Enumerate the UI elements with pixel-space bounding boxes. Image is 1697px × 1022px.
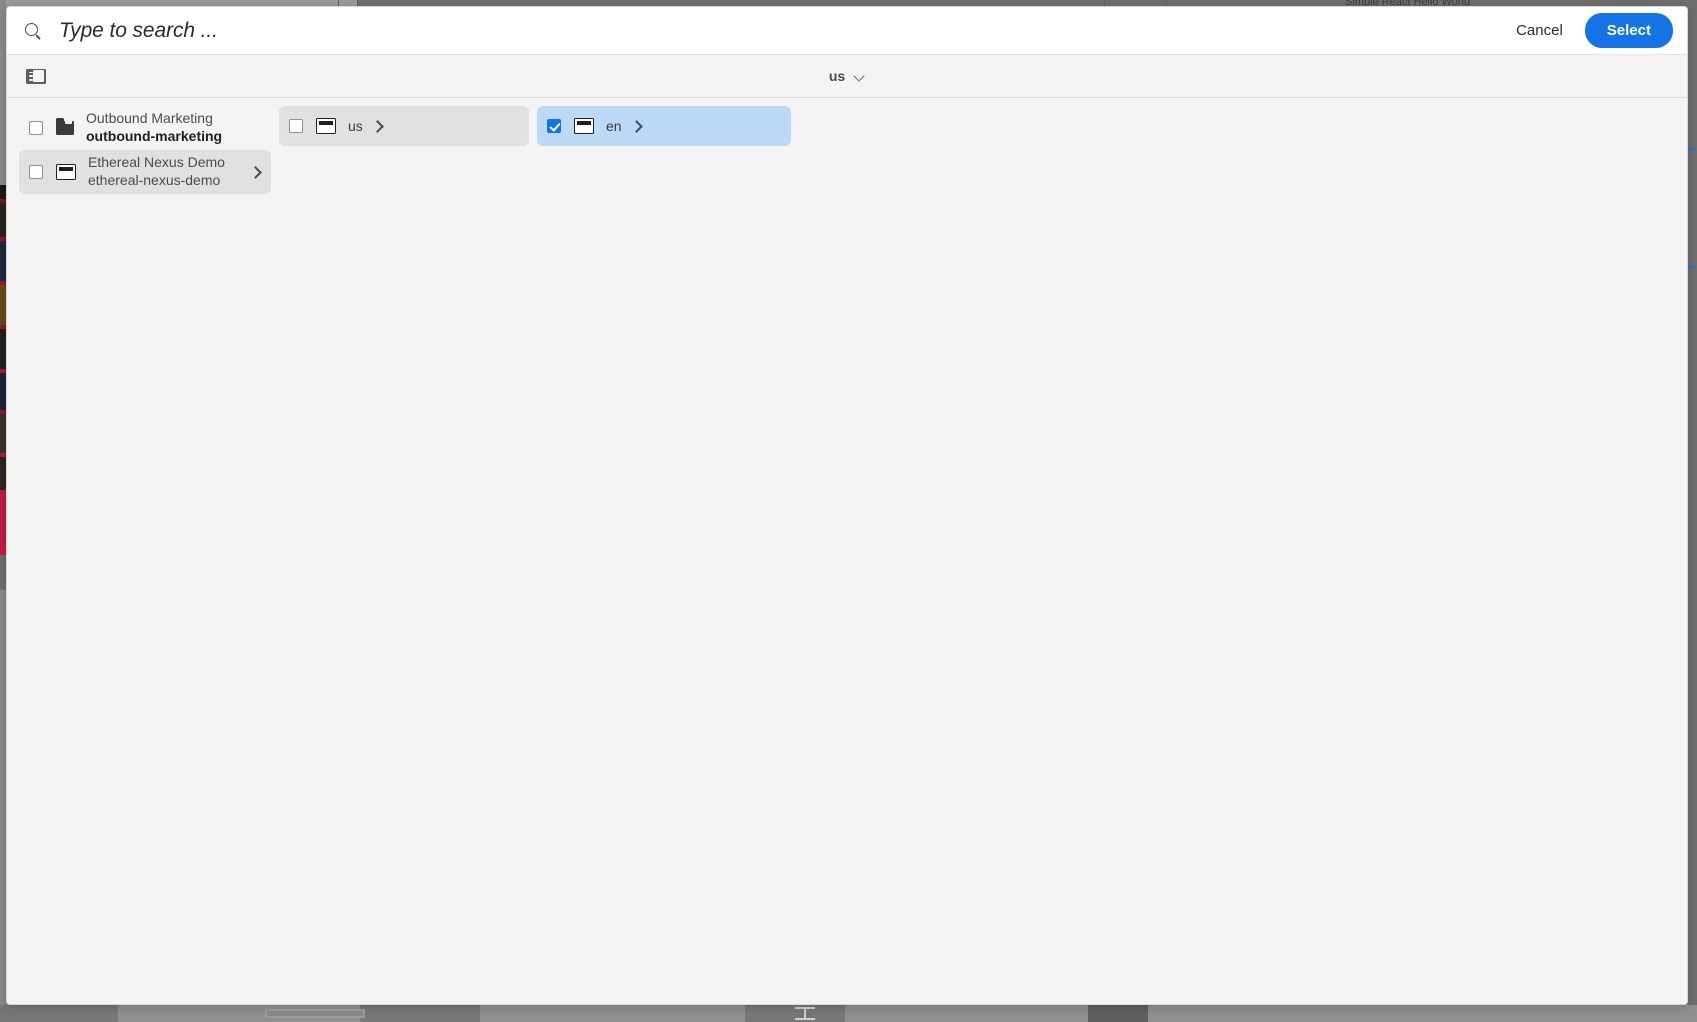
rail-lines-icon: [28, 71, 33, 81]
list-item[interactable]: us: [279, 106, 529, 146]
chevron-right-icon[interactable]: [249, 165, 263, 179]
sidebar-rail-icon: [26, 68, 46, 84]
list-item-subtitle: ethereal-nexus-demo: [88, 172, 221, 188]
background-right-marker-2: [1688, 265, 1694, 268]
row-checkbox[interactable]: [547, 119, 561, 133]
page-icon: [316, 118, 336, 134]
path-picker-dialog: Cancel Select us Outbound Marketing: [6, 6, 1688, 1005]
list-item[interactable]: Outbound Marketing outbound-marketing: [19, 106, 271, 150]
column-site: us: [273, 98, 535, 1004]
dialog-toolbar: us: [7, 55, 1687, 98]
select-button[interactable]: Select: [1584, 13, 1673, 48]
list-item-labels: Outbound Marketing outbound-marketing: [86, 110, 263, 146]
breadcrumb-dropdown[interactable]: us: [821, 64, 873, 88]
breadcrumb: us: [7, 64, 1687, 88]
list-item[interactable]: Ethereal Nexus Demo ethereal-nexus-demo: [19, 150, 271, 194]
list-item-title: en: [606, 118, 622, 134]
list-item-title: Outbound Marketing: [86, 110, 213, 127]
background-right-marker-1: [1688, 148, 1694, 151]
dialog-header-actions: Cancel Select: [1500, 13, 1673, 48]
cancel-button[interactable]: Cancel: [1500, 14, 1579, 47]
search-input[interactable]: [59, 18, 1501, 43]
row-checkbox[interactable]: [29, 121, 43, 135]
background-bottom-glyph: [795, 1007, 815, 1020]
list-item-title: Ethereal Nexus Demo: [88, 154, 225, 171]
chevron-down-icon: [855, 71, 865, 81]
page-icon: [56, 164, 76, 180]
background-right-strip: [1688, 9, 1697, 1022]
list-item-title: us: [348, 118, 363, 134]
list-item-labels: Ethereal Nexus Demo ethereal-nexus-demo: [88, 154, 241, 190]
search-icon: [23, 21, 43, 41]
background-bottom-chunk-4: [1088, 1005, 1148, 1022]
background-bottom-chunk-1: [0, 1005, 118, 1022]
column-browser: Outbound Marketing outbound-marketing Et…: [7, 98, 1687, 1004]
sidebar-rail-icon-button[interactable]: [21, 63, 51, 89]
list-item[interactable]: en: [537, 106, 791, 146]
column-language: en: [535, 98, 797, 1004]
chevron-right-icon[interactable]: [371, 119, 385, 133]
background-bottom-chunk-2: [360, 1005, 480, 1022]
dialog-search-header: Cancel Select: [7, 7, 1687, 55]
background-bottom-bar: [0, 1005, 1697, 1022]
chevron-right-icon[interactable]: [630, 119, 644, 133]
breadcrumb-label: us: [828, 68, 846, 84]
folder-icon: [56, 118, 74, 135]
list-item-subtitle: outbound-marketing: [86, 128, 223, 144]
background-bottom-pill: [265, 1009, 365, 1018]
page-icon: [574, 118, 594, 134]
row-checkbox[interactable]: [289, 119, 303, 133]
column-root: Outbound Marketing outbound-marketing Et…: [7, 98, 273, 1004]
row-checkbox[interactable]: [29, 165, 43, 179]
column-empty: [797, 98, 1687, 1004]
